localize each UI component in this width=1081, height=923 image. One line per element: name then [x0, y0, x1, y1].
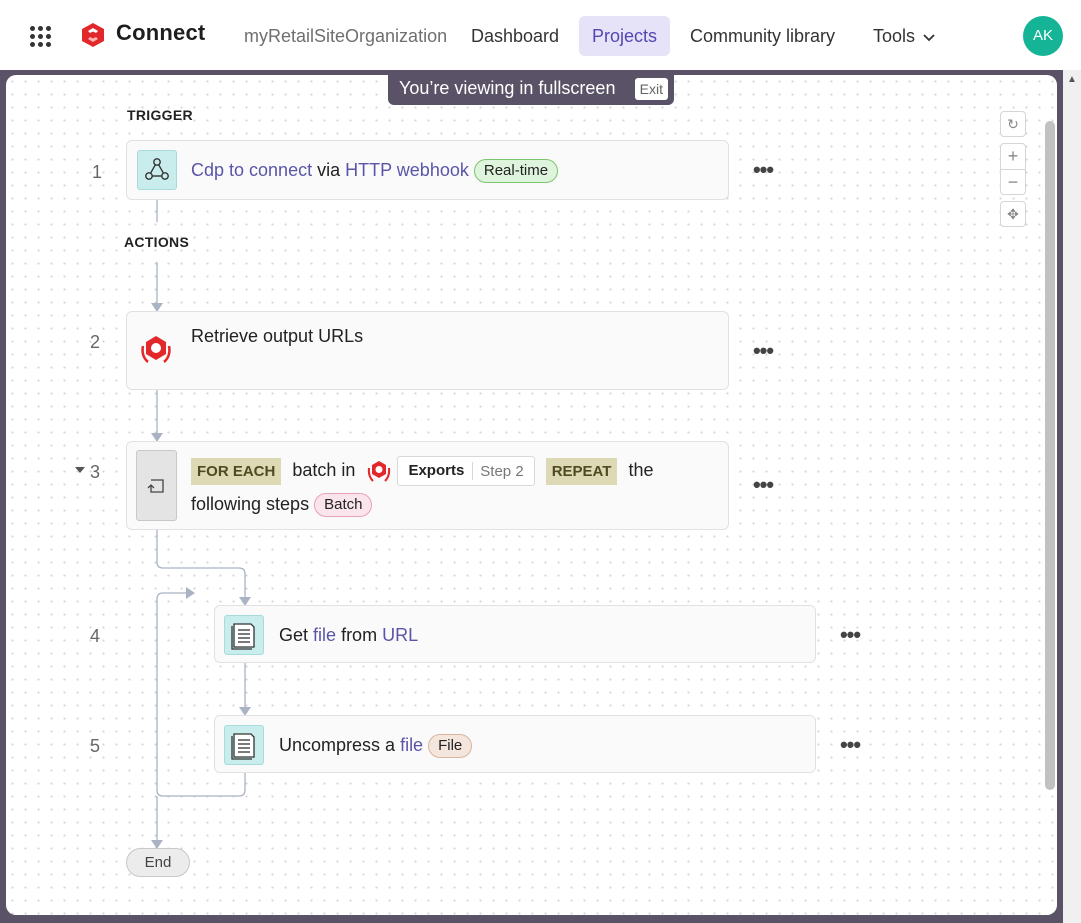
file-badge: File — [428, 734, 473, 758]
repeat-keyword: REPEAT — [545, 457, 618, 485]
following-steps-text: following steps — [191, 493, 310, 514]
trigger-description: Cdp to connect via HTTP webhook Real-tim… — [191, 159, 559, 183]
repeat-icon — [136, 450, 177, 521]
get-file-step-card[interactable]: Get file from URL — [214, 605, 816, 663]
url-link[interactable]: URL — [382, 625, 418, 645]
file-link[interactable]: file — [313, 625, 336, 645]
step-3-more-icon[interactable]: ••• — [748, 474, 778, 501]
collapse-caret-icon[interactable] — [75, 467, 85, 473]
step-number: 4 — [90, 626, 101, 646]
step-2-title: Retrieve output URLs — [191, 326, 364, 346]
foreach-keyword: FOR EACH — [191, 457, 282, 485]
step-number: 1 — [92, 162, 103, 182]
app-logo-icon — [141, 336, 171, 363]
step-4-more-icon[interactable]: ••• — [835, 624, 865, 651]
trigger-section-label: TRIGGER — [127, 107, 193, 123]
step-4-description: Get file from URL — [279, 625, 418, 646]
foreach-line-2: following steps Batch — [191, 493, 373, 517]
step-number: 5 — [90, 736, 101, 756]
trigger-step-card[interactable]: Cdp to connect via HTTP webhook Real-tim… — [126, 140, 729, 200]
the-text: the — [628, 459, 654, 480]
action-step-card[interactable]: Retrieve output URLs — [126, 311, 729, 390]
step-number: 3 — [90, 462, 101, 482]
step-5-description: Uncompress a file File — [279, 734, 473, 758]
step-number: 2 — [90, 332, 101, 352]
document-icon — [224, 725, 264, 765]
batch-badge: Batch — [314, 493, 373, 517]
exports-datapill[interactable]: Exports Step 2 — [397, 456, 535, 486]
step-2-more-icon[interactable]: ••• — [748, 340, 778, 367]
get-text: Get — [279, 625, 309, 645]
actions-section-label: ACTIONS — [124, 234, 190, 250]
trigger-app-name[interactable]: Cdp to connect — [191, 160, 312, 180]
step-1-more-icon[interactable]: ••• — [748, 159, 778, 186]
end-node: End — [126, 848, 190, 877]
from-text: from — [341, 625, 378, 645]
uncompress-text: Uncompress a — [279, 734, 396, 755]
batch-in-text: batch in — [292, 459, 356, 480]
foreach-line-1: FOR EACH batch in Exports Step 2 REPEAT … — [191, 456, 653, 486]
foreach-step-card[interactable]: FOR EACH batch in Exports Step 2 REPEAT … — [126, 441, 729, 530]
trigger-via-text: via — [317, 159, 341, 180]
realtime-badge: Real-time — [473, 159, 559, 183]
datapill-step: Step 2 — [480, 462, 524, 480]
datapill-app-icon — [368, 461, 391, 482]
uncompress-step-card[interactable]: Uncompress a file File — [214, 715, 816, 773]
file-link[interactable]: file — [400, 735, 423, 755]
trigger-type[interactable]: HTTP webhook — [345, 160, 469, 180]
document-icon — [224, 615, 264, 655]
webhook-icon — [137, 150, 177, 190]
datapill-name: Exports — [398, 462, 474, 480]
step-5-more-icon[interactable]: ••• — [835, 734, 865, 761]
